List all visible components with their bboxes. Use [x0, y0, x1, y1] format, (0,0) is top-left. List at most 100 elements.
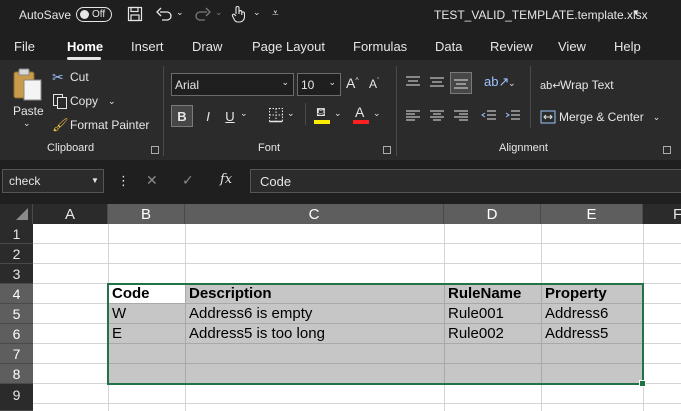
save-icon[interactable]: [127, 6, 143, 22]
font-color-chevron-icon[interactable]: ⌄: [373, 108, 381, 119]
increase-indent-icon[interactable]: [505, 109, 521, 123]
decrease-font-size-icon[interactable]: Aˇ: [369, 77, 379, 91]
touch-dropdown-chevron-icon[interactable]: ⌄: [253, 7, 261, 18]
fill-handle[interactable]: [639, 380, 646, 387]
borders-chevron-icon[interactable]: ⌄: [287, 108, 295, 119]
table-header-cell[interactable]: Description: [189, 284, 442, 304]
font-divider: [305, 103, 306, 125]
underline-button[interactable]: U: [222, 105, 238, 127]
table-cell[interactable]: E: [112, 324, 184, 344]
tab-help[interactable]: Help: [614, 39, 641, 54]
formula-input-value: Code: [260, 174, 292, 189]
clipboard-dialog-launcher-icon[interactable]: [151, 146, 159, 154]
borders-icon[interactable]: [268, 107, 284, 123]
tab-data[interactable]: Data: [435, 39, 462, 54]
align-left-icon[interactable]: [405, 109, 421, 123]
align-center-icon[interactable]: [429, 109, 445, 123]
touch-mode-icon[interactable]: [231, 5, 245, 23]
row-header-8[interactable]: 8: [0, 364, 33, 384]
tab-page-layout[interactable]: Page Layout: [252, 39, 325, 54]
format-painter-label: Format Painter: [70, 118, 150, 132]
table-header-cell[interactable]: RuleName: [448, 284, 540, 304]
align-right-icon[interactable]: [453, 109, 469, 123]
title-dropdown-caret-icon[interactable]: ▼: [632, 8, 640, 17]
format-painter-button[interactable]: 🖌 Format Painter: [52, 116, 149, 134]
fill-color-chevron-icon[interactable]: ⌄: [334, 108, 342, 119]
paste-button[interactable]: Paste ⌄: [9, 66, 45, 128]
merge-center-button[interactable]: Merge & Center ⌄: [540, 108, 660, 126]
row-header-4[interactable]: 4: [0, 284, 33, 304]
table-cell[interactable]: Address5: [545, 324, 641, 344]
table-header-cell[interactable]: Code: [112, 284, 184, 304]
copy-button[interactable]: Copy ⌄: [52, 92, 116, 110]
document-title: TEST_VALID_TEMPLATE.template.xlsx: [434, 8, 648, 22]
font-size-chevron-icon: ⌄: [328, 77, 336, 87]
table-cell[interactable]: Rule001: [448, 304, 540, 324]
redo-icon[interactable]: [194, 6, 212, 22]
middle-align-icon[interactable]: [429, 75, 445, 89]
column-header-f[interactable]: F: [643, 204, 681, 224]
font-color-button[interactable]: A: [352, 104, 370, 125]
underline-chevron-icon[interactable]: ⌄: [240, 108, 248, 119]
insert-function-icon[interactable]: fx: [220, 172, 232, 187]
cut-button[interactable]: ✂ Cut: [52, 68, 89, 86]
font-name-combo[interactable]: Arial ⌄: [171, 73, 294, 96]
name-box[interactable]: check ▼: [2, 169, 104, 193]
column-header-d[interactable]: D: [444, 204, 541, 224]
copy-label: Copy: [70, 94, 99, 108]
alignment-dialog-launcher-icon[interactable]: [663, 146, 671, 154]
row-header-1[interactable]: 1: [0, 224, 33, 244]
row-header-9[interactable]: 9: [0, 384, 33, 411]
table-cell[interactable]: Address6 is empty: [189, 304, 442, 324]
table-cell[interactable]: Address6: [545, 304, 641, 324]
more-options-icon[interactable]: ⋮: [117, 173, 130, 189]
tab-home[interactable]: Home: [67, 39, 103, 54]
column-header-e[interactable]: E: [541, 204, 643, 224]
increase-font-size-icon[interactable]: A^: [346, 75, 359, 91]
italic-button[interactable]: I: [199, 105, 217, 127]
cancel-entry-icon[interactable]: ✕: [146, 172, 158, 189]
font-size-combo[interactable]: 10 ⌄: [297, 73, 341, 96]
table-cell[interactable]: Address5 is too long: [189, 324, 442, 344]
customize-toolbar-icon[interactable]: ⩡: [272, 6, 279, 21]
row-header-5[interactable]: 5: [0, 304, 33, 324]
copy-icon: [53, 94, 67, 109]
undo-icon[interactable]: [155, 6, 173, 22]
tab-formulas[interactable]: Formulas: [353, 39, 407, 54]
tab-file[interactable]: File: [14, 39, 35, 54]
column-header-a[interactable]: A: [33, 204, 108, 224]
confirm-entry-icon[interactable]: ✓: [182, 172, 194, 189]
row-header-3[interactable]: 3: [0, 264, 33, 284]
orientation-chevron-icon[interactable]: ⌄: [508, 78, 516, 89]
row-header-7[interactable]: 7: [0, 344, 33, 364]
autosave-toggle[interactable]: Off: [76, 7, 112, 22]
orientation-icon[interactable]: ab↗: [484, 74, 509, 90]
wrap-text-button[interactable]: ab↵ Wrap Text: [540, 76, 614, 94]
select-all-corner[interactable]: [0, 204, 33, 224]
top-align-icon[interactable]: [405, 75, 421, 89]
formula-input[interactable]: Code: [250, 169, 681, 193]
redo-dropdown-chevron-icon[interactable]: ⌄: [215, 7, 223, 18]
table-cell[interactable]: W: [112, 304, 184, 324]
table-header-cell[interactable]: Property: [545, 284, 641, 304]
row-header-2[interactable]: 2: [0, 244, 33, 264]
tab-draw[interactable]: Draw: [192, 39, 222, 54]
decrease-indent-icon[interactable]: [481, 109, 497, 123]
alignment-divider: [530, 66, 531, 128]
tab-view[interactable]: View: [558, 39, 586, 54]
bottom-align-button[interactable]: [450, 72, 472, 94]
merge-center-icon: [540, 110, 556, 124]
undo-dropdown-chevron-icon[interactable]: ⌄: [176, 7, 184, 18]
column-header-c[interactable]: C: [185, 204, 444, 224]
column-header-b[interactable]: B: [108, 204, 185, 224]
tab-insert[interactable]: Insert: [131, 39, 164, 54]
font-color-swatch: [353, 120, 369, 124]
bold-button[interactable]: B: [171, 105, 193, 127]
scissors-icon: ✂: [52, 68, 64, 85]
row-header-6[interactable]: 6: [0, 324, 33, 344]
paint-bucket-icon: ⛾: [316, 105, 326, 119]
fill-color-button[interactable]: ⛾: [313, 105, 331, 125]
table-cell[interactable]: Rule002: [448, 324, 540, 344]
font-dialog-launcher-icon[interactable]: [383, 146, 391, 154]
tab-review[interactable]: Review: [490, 39, 533, 54]
